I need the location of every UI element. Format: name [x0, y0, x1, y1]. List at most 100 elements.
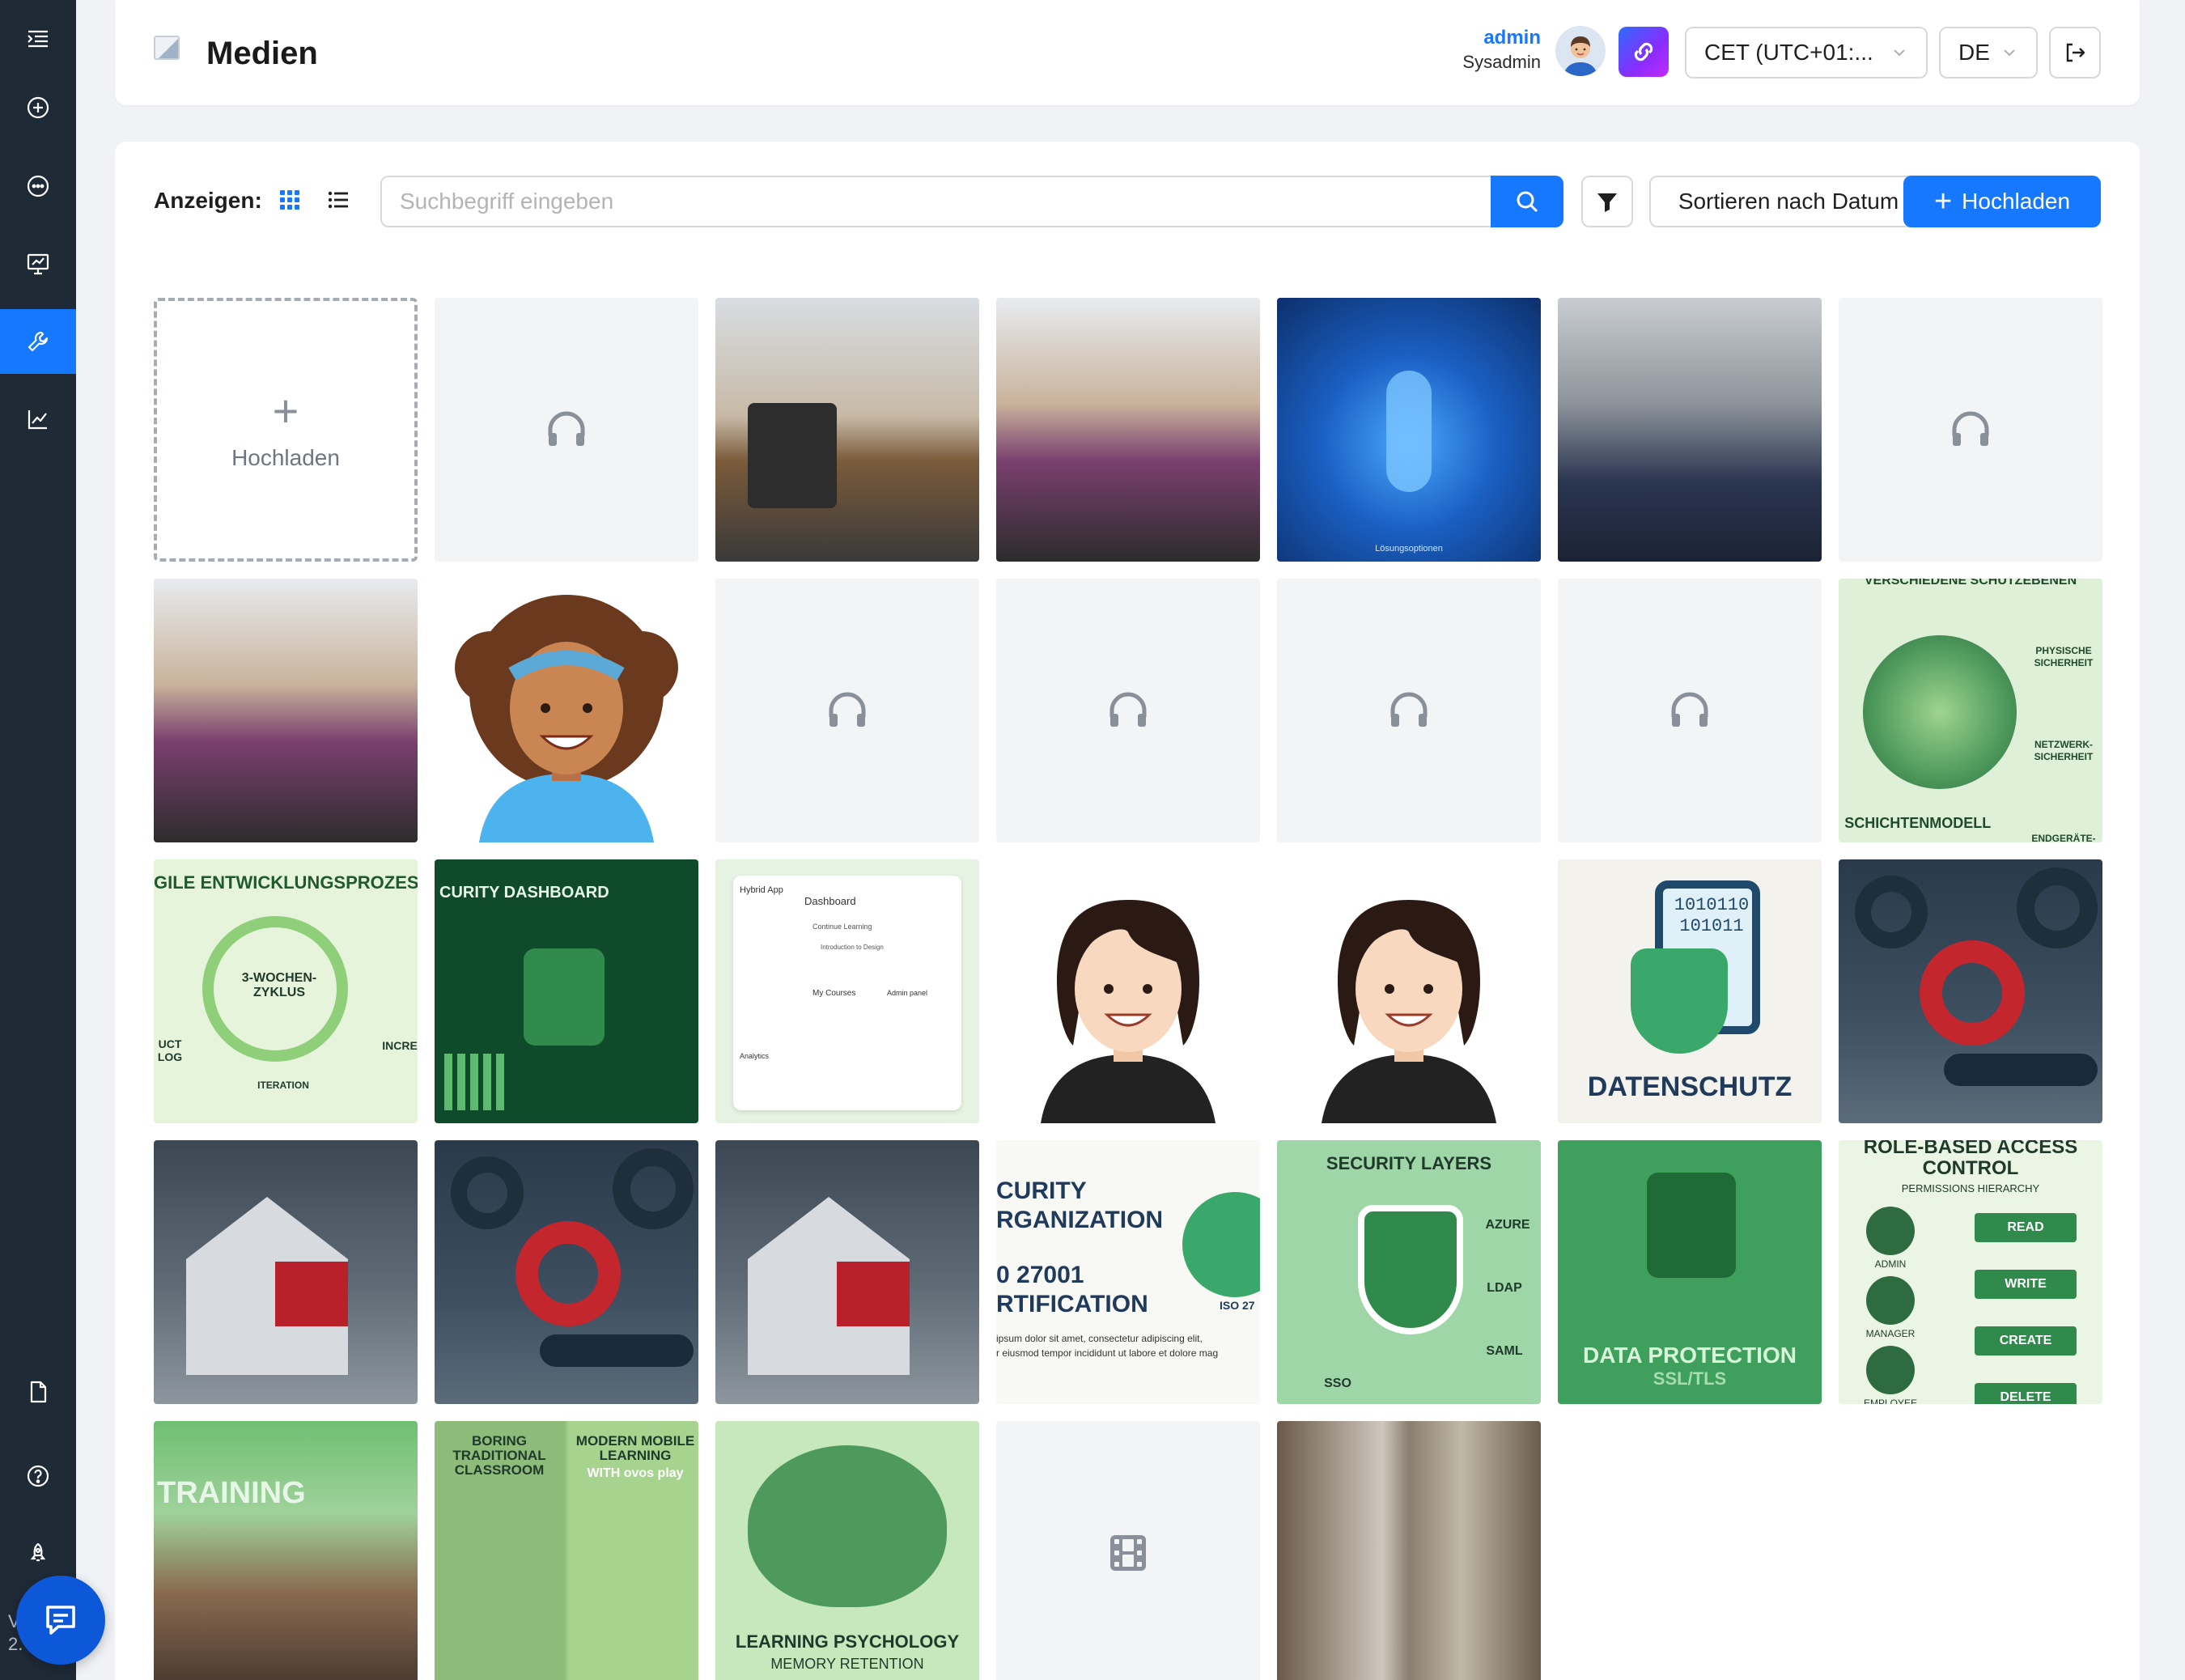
- search-input[interactable]: [380, 176, 1491, 227]
- tile-graphic-shape: [524, 948, 605, 1046]
- media-tile-image[interactable]: [1277, 859, 1541, 1123]
- avatar[interactable]: [1555, 26, 1606, 76]
- media-tile-image[interactable]: [154, 1140, 418, 1404]
- upload-tile[interactable]: + Hochladen: [154, 298, 418, 562]
- tile-label: Introduction to Design: [821, 944, 884, 951]
- grid-view-icon: [280, 190, 299, 210]
- wrench-icon: [28, 331, 49, 352]
- user-info: admin Sysadmin: [1462, 26, 1541, 74]
- tile-label: WITH ovos play: [587, 1466, 684, 1480]
- view-mode-label: Anzeigen:: [154, 188, 262, 213]
- tile-caption: CURITY DASHBOARD: [439, 884, 609, 902]
- logout-button[interactable]: [2049, 27, 2101, 78]
- sidebar-item-chat[interactable]: [0, 154, 76, 218]
- media-tile-image[interactable]: LEARNING PSYCHOLOGY MEMORY RETENTION: [715, 1421, 979, 1680]
- media-tile-audio[interactable]: [1277, 579, 1541, 842]
- media-tile-image[interactable]: [154, 579, 418, 842]
- tile-graphic-shape: [1866, 1276, 1915, 1325]
- grid-view-toggle[interactable]: [274, 184, 306, 216]
- media-tile-image[interactable]: TRAINING: [154, 1421, 418, 1680]
- user-name[interactable]: admin: [1462, 26, 1541, 50]
- upload-button[interactable]: + Hochladen: [1903, 176, 2101, 227]
- tile-label: r eiusmod tempor incididunt ut labore et…: [996, 1347, 1219, 1359]
- headphones-icon: [1109, 692, 1147, 727]
- list-view-toggle[interactable]: [322, 184, 354, 216]
- tile-graphic-shape: [748, 403, 837, 508]
- tile-subcaption: PERMISSIONS HIERARCHY: [1901, 1182, 2040, 1194]
- media-tile-audio[interactable]: [435, 298, 698, 562]
- media-tile-image[interactable]: Lösungsoptionen: [1277, 298, 1541, 562]
- tile-label: AZURE: [1485, 1218, 1530, 1232]
- media-tile-image[interactable]: BORING TRADITIONAL CLASSROOM MODERN MOBIL…: [435, 1421, 698, 1680]
- tile-label: DELETE: [2000, 1390, 2051, 1404]
- media-tile-image[interactable]: [1277, 1421, 1541, 1680]
- tile-graphic-shape: [515, 1221, 621, 1326]
- cartoon-person-illustration: [455, 595, 678, 842]
- tile-graphic-shape: [275, 1262, 348, 1326]
- media-tile-audio[interactable]: [1558, 579, 1822, 842]
- media-tile-image[interactable]: [1839, 859, 2102, 1123]
- media-tile-image[interactable]: SECURITY LAYERS AZURE LDAP SAML SSO: [1277, 1140, 1541, 1404]
- media-tile-audio[interactable]: [996, 579, 1260, 842]
- tile-label: Analytics: [740, 1052, 770, 1060]
- sidebar-item-help[interactable]: [0, 1444, 76, 1508]
- language-select[interactable]: DE: [1939, 27, 2038, 78]
- tile-label: RTIFICATION: [996, 1291, 1148, 1317]
- filter-button[interactable]: [1581, 176, 1633, 227]
- tile-graphic-shape: [540, 1334, 694, 1367]
- tile-label: Admin panel: [887, 989, 928, 997]
- tile-caption: TRAINING: [157, 1476, 306, 1510]
- media-tile-image[interactable]: [715, 1140, 979, 1404]
- media-tile-image[interactable]: [996, 859, 1260, 1123]
- tile-graphic-shape: [1631, 948, 1728, 1054]
- timezone-select[interactable]: CET (UTC+01:...: [1685, 27, 1928, 78]
- search-button[interactable]: [1491, 176, 1563, 227]
- media-tile-image[interactable]: DATA PROTECTION SSL/TLS: [1558, 1140, 1822, 1404]
- headphones-icon: [829, 692, 866, 727]
- tile-label: 101011: [1679, 916, 1744, 936]
- tile-label: CURITY: [996, 1177, 1087, 1204]
- tile-label: WRITE: [2005, 1277, 2047, 1291]
- media-tile-image[interactable]: [435, 1140, 698, 1404]
- link-icon: [1634, 42, 1653, 62]
- media-tile-image[interactable]: [1558, 298, 1822, 562]
- integration-link-button[interactable]: [1619, 27, 1669, 77]
- media-tile-image[interactable]: ROLE-BASED ACCESS CONTROL PERMISSIONS HIE…: [1839, 1140, 2102, 1404]
- timezone-value: CET (UTC+01:...: [1704, 40, 1873, 65]
- media-tile-audio[interactable]: [1839, 298, 2102, 562]
- tile-label: MANAGER: [1865, 1328, 1916, 1339]
- sidebar-item-documents[interactable]: [0, 1360, 76, 1424]
- user-role: Sysadmin: [1462, 52, 1541, 72]
- tile-caption: Lösungsoptionen: [1375, 544, 1443, 554]
- tile-label: LDAP: [1487, 1281, 1522, 1295]
- media-tile-video[interactable]: [996, 1421, 1260, 1680]
- tile-caption: LEARNING PSYCHOLOGY: [735, 1631, 960, 1652]
- sort-field-button[interactable]: Sortieren nach Datum: [1649, 176, 1928, 227]
- rocket-icon: [30, 1542, 46, 1562]
- media-tile-audio[interactable]: [715, 579, 979, 842]
- tile-label: SSO: [1324, 1377, 1351, 1390]
- media-tile-image[interactable]: GILE ENTWICKLUNGSPROZES 3-WOCHEN-ZYKLUS UC…: [154, 859, 418, 1123]
- sidebar-item-tools[interactable]: [0, 309, 76, 374]
- user-avatar-icon: [1555, 26, 1606, 76]
- chat-bubble-icon: [27, 175, 49, 197]
- media-tile-image[interactable]: [996, 298, 1260, 562]
- headphones-icon: [1952, 411, 1989, 446]
- media-tile-image[interactable]: VERSCHIEDENE SCHUTZEBENEN SCHICHTENMODELL…: [1839, 579, 2102, 842]
- sidebar-item-presentations[interactable]: [0, 231, 76, 296]
- sidebar-item-create[interactable]: [0, 75, 76, 140]
- media-tile-image[interactable]: CURITY DASHBOARD: [435, 859, 698, 1123]
- sidebar-item-analytics[interactable]: [0, 387, 76, 452]
- cartoon-person-illustration: [1041, 900, 1216, 1123]
- media-tile-image[interactable]: CURITY RGANIZATION 0 27001 RTIFICATION ISO 2…: [996, 1140, 1260, 1404]
- media-tile-image[interactable]: [715, 298, 979, 562]
- tile-label: Dashboard: [804, 895, 856, 907]
- tile-label: Hybrid App: [740, 885, 783, 895]
- media-tile-image[interactable]: 1010110 101011 DATENSCHUTZ: [1558, 859, 1822, 1123]
- tile-graphic-shape: [444, 1054, 509, 1110]
- sidebar-item-menu-toggle[interactable]: [0, 6, 76, 71]
- plus-icon: +: [1933, 185, 1953, 218]
- media-tile-image[interactable]: [435, 579, 698, 842]
- chat-assistant-button[interactable]: [16, 1576, 105, 1665]
- media-tile-image[interactable]: Hybrid App Dashboard Continue Learning Intr…: [715, 859, 979, 1123]
